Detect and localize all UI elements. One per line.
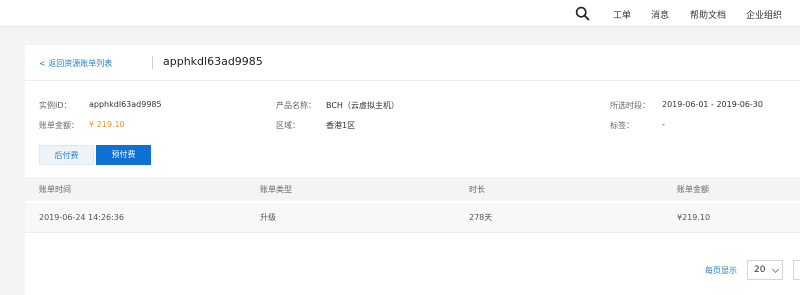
- column-header-bill-type: 账单类型: [260, 184, 292, 194]
- nav-item-enterprise-org[interactable]: 企业组织: [746, 8, 782, 21]
- nav-item-help-docs[interactable]: 帮助文档: [690, 8, 726, 21]
- product-name-value: BCH（云虚拟主机）: [326, 101, 399, 110]
- instance-id-value: apphkdl63ad9985: [89, 100, 162, 109]
- region-field: 区域： 香港1区: [276, 120, 355, 131]
- chevron-down-icon: [771, 265, 780, 274]
- column-header-bill-time: 账单时间: [39, 184, 71, 194]
- bill-amount-field: 账单金额： ¥ 219.10: [39, 120, 125, 131]
- product-name-label: 产品名称：: [276, 101, 316, 110]
- instance-id-label: 实例ID：: [39, 101, 72, 110]
- period-field: 所选时段： 2019-06-01 - 2019-06-30: [610, 100, 763, 111]
- page-size-value: 20: [754, 265, 766, 275]
- page-title: apphkdl63ad9985: [163, 55, 263, 68]
- tag-field: 标签： -: [610, 120, 665, 131]
- panel-header: < 返回资源账单列表 apphkdl63ad9985: [25, 45, 800, 81]
- cell-bill-type: 升级: [260, 213, 276, 222]
- tag-label: 标签：: [610, 121, 634, 130]
- top-nav-bar: 工单 消息 帮助文档 企业组织: [0, 0, 800, 27]
- bill-detail-panel: < 返回资源账单列表 apphkdl63ad9985 实例ID： apphkdl…: [25, 45, 800, 295]
- header-divider: [152, 56, 153, 69]
- cell-bill-time: 2019-06-24 14:26:36: [39, 213, 124, 222]
- search-icon[interactable]: [575, 6, 590, 21]
- column-header-duration: 时长: [469, 184, 485, 194]
- instance-id-field: 实例ID： apphkdl63ad9985: [39, 100, 162, 111]
- period-label: 所选时段：: [610, 101, 650, 110]
- table-row: 2019-06-24 14:26:36 升级 278天 ¥219.10: [25, 203, 800, 233]
- tab-prepaid[interactable]: 预付费: [96, 145, 151, 165]
- tab-postpaid[interactable]: 后付费: [39, 145, 94, 165]
- column-header-bill-amount: 账单金额: [677, 184, 709, 194]
- region-label: 区域：: [276, 121, 300, 130]
- tag-value: -: [662, 120, 665, 129]
- cell-duration: 278天: [469, 213, 493, 222]
- page-size-label: 每页显示: [705, 266, 737, 275]
- nav-item-messages[interactable]: 消息: [651, 8, 669, 21]
- bill-amount-value: ¥ 219.10: [89, 120, 125, 129]
- region-value: 香港1区: [326, 121, 356, 130]
- next-page-button[interactable]: [793, 260, 800, 280]
- page-size-select[interactable]: 20: [747, 260, 783, 280]
- bill-amount-label: 账单金额：: [39, 121, 79, 130]
- product-name-field: 产品名称： BCH（云虚拟主机）: [276, 100, 399, 111]
- period-value: 2019-06-01 - 2019-06-30: [662, 100, 763, 109]
- nav-item-tickets[interactable]: 工单: [613, 8, 631, 21]
- cell-bill-amount: ¥219.10: [677, 213, 711, 222]
- table-header-row: 账单时间 账单类型 时长 账单金额: [25, 177, 800, 201]
- back-to-bill-list-link[interactable]: < 返回资源账单列表: [39, 58, 112, 69]
